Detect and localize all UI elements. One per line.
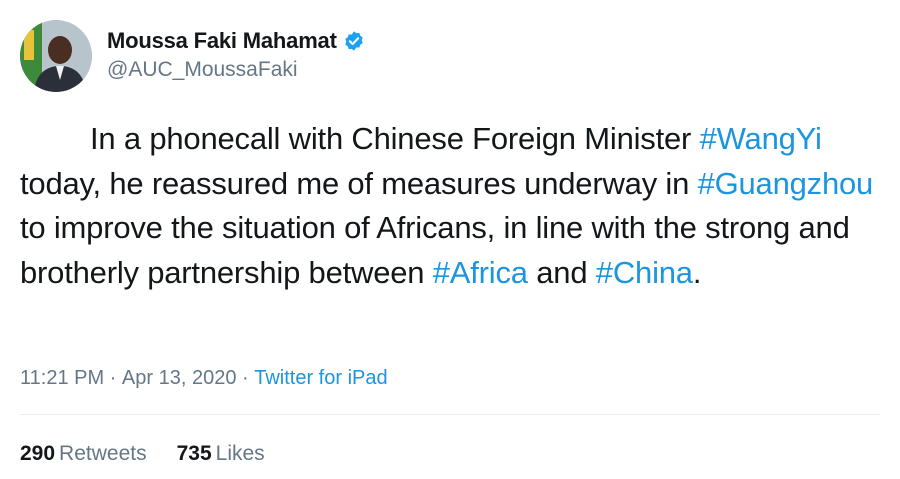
- meta-separator: ·: [236, 367, 255, 389]
- tweet-time[interactable]: 11:21 PM: [20, 367, 104, 390]
- tweet-text: In a phonecall with Chinese Foreign Mini…: [20, 117, 880, 295]
- likes-label: Likes: [215, 442, 265, 465]
- retweets-count: 290: [20, 442, 56, 465]
- tweet-meta: 11:21 PM · Apr 13, 2020 · Twitter for iP…: [20, 367, 388, 390]
- tweet-text-segment: .: [692, 254, 702, 290]
- hashtag-link[interactable]: #Guangzhou: [698, 166, 874, 201]
- tweet-text-segment: today, he reassured me of measures under…: [20, 165, 698, 201]
- avatar[interactable]: [20, 20, 92, 92]
- verified-badge-icon: [343, 30, 365, 52]
- tweet-text-segment: In a phonecall with Chinese Foreign Mini…: [90, 121, 700, 156]
- tweet-stats: 290 Retweets 735 Likes: [20, 442, 265, 466]
- author-name[interactable]: Moussa Faki Mahamat: [107, 28, 337, 54]
- likes-count: 735: [176, 442, 212, 465]
- likes-stat[interactable]: 735 Likes: [177, 442, 265, 466]
- author-handle[interactable]: @AUC_MoussaFaki: [107, 58, 298, 82]
- tweet-date[interactable]: Apr 13, 2020: [122, 367, 237, 390]
- retweets-stat[interactable]: 290 Retweets: [20, 442, 147, 466]
- meta-separator: ·: [104, 367, 122, 389]
- author-name-row: Moussa Faki Mahamat: [107, 28, 365, 54]
- avatar-image: [20, 20, 92, 92]
- hashtag-link[interactable]: #Africa: [433, 255, 528, 290]
- tweet-text-segment: and: [527, 254, 596, 290]
- retweets-label: Retweets: [59, 442, 147, 465]
- divider: [20, 414, 880, 415]
- hashtag-link[interactable]: #WangYi: [700, 121, 822, 156]
- tweet-source-link[interactable]: Twitter for iPad: [254, 367, 387, 390]
- hashtag-link[interactable]: #China: [596, 255, 693, 290]
